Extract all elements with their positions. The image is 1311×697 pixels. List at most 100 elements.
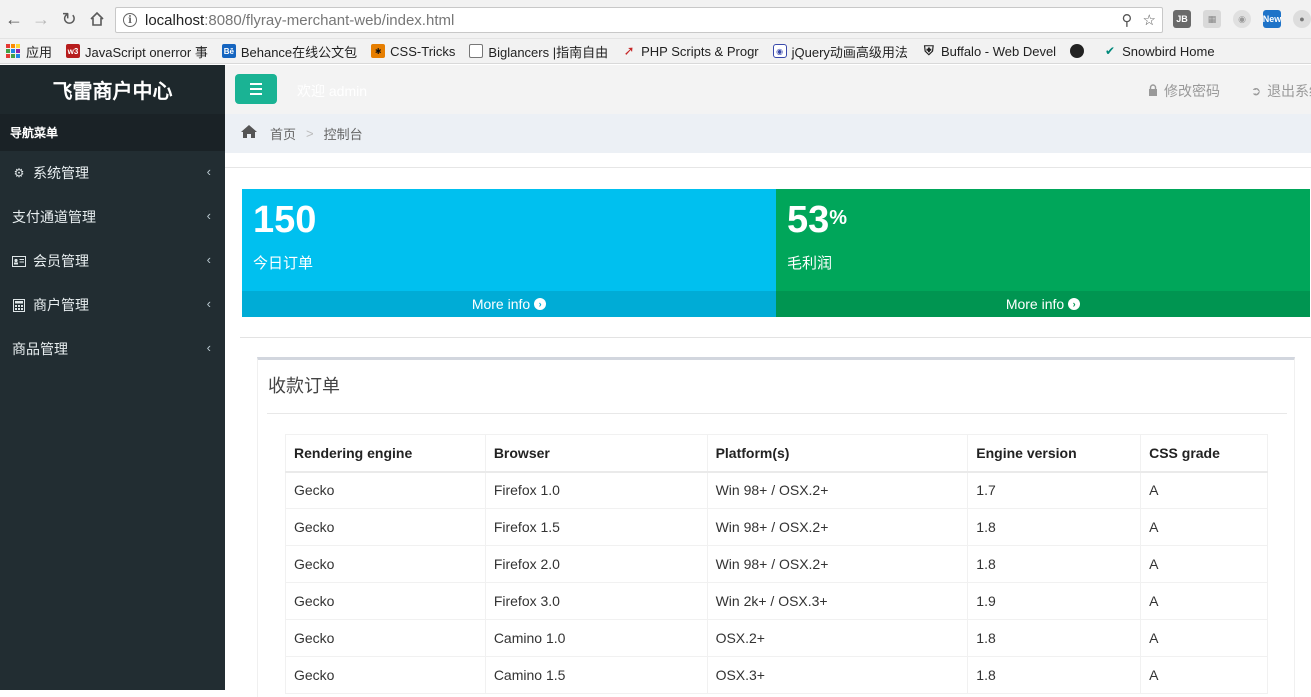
sidebar-toggle-button[interactable] — [235, 74, 277, 104]
stat-label: 今日订单 — [253, 255, 314, 272]
bookmark-label: JavaScript onerror 事 — [85, 44, 208, 60]
table-cell: 1.8 — [967, 545, 1142, 583]
table-cell: A — [1140, 545, 1268, 583]
table-cell: Gecko — [285, 508, 486, 546]
profile-extension-icon[interactable]: ● — [1293, 10, 1311, 28]
stat-box-orders-today: 150 今日订单 More info › — [242, 189, 776, 317]
jquery-icon: ◉ — [772, 44, 787, 58]
table-cell: Gecko — [285, 545, 486, 583]
bookmark-label: Behance在线公文包 — [240, 44, 358, 60]
back-arrow-icon[interactable]: ← — [3, 8, 25, 30]
divider — [240, 337, 1311, 338]
bookmark-star-icon[interactable]: ☆ — [1143, 11, 1156, 29]
table-cell: OSX.3+ — [706, 656, 969, 694]
table-cell: Firefox 1.5 — [484, 508, 708, 546]
bookmark-apps[interactable]: 应用 — [6, 42, 52, 61]
logout-link[interactable]: ➲ 退出系统 — [1251, 81, 1311, 101]
bookmark-label: Buffalo - Web Devel — [940, 43, 1057, 59]
breadcrumb-current: 控制台 — [323, 127, 363, 142]
sidebar: 飞雷商户中心 导航菜单 ⚙ 系统管理 ‹ 支付通道管理 ‹ 会员管理 ‹ 商户管… — [0, 65, 225, 690]
table-cell: OSX.2+ — [706, 619, 969, 657]
home-icon[interactable] — [240, 124, 258, 144]
sidebar-item-payment-channel[interactable]: 支付通道管理 ‹ — [0, 195, 225, 239]
site-info-icon[interactable]: i — [123, 13, 137, 27]
table-cell: Gecko — [285, 582, 486, 620]
key-icon[interactable]: ⚲ — [1122, 11, 1133, 29]
logout-label: 退出系统 — [1267, 83, 1311, 99]
circle-extension-icon[interactable]: ◉ — [1233, 10, 1251, 28]
table-cell: Firefox 1.0 — [484, 471, 708, 509]
welcome-text: 欢迎 admin — [297, 83, 368, 99]
breadcrumb-separator: > — [306, 126, 314, 141]
new-extension-icon[interactable]: New — [1263, 10, 1281, 28]
column-header[interactable]: Engine version — [967, 434, 1142, 473]
grid-extension-icon[interactable]: ▦ — [1203, 10, 1221, 28]
change-password-link[interactable]: 修改密码 — [1148, 81, 1220, 101]
bookmark-label: 应用 — [26, 44, 53, 60]
app-logo[interactable]: 飞雷商户中心 — [0, 65, 225, 114]
divider — [267, 413, 1287, 414]
orders-title: 收款订单 — [268, 376, 340, 396]
forward-arrow-icon[interactable]: → — [30, 8, 52, 30]
column-header[interactable]: Browser — [484, 434, 708, 473]
column-header[interactable]: Platform(s) — [706, 434, 969, 473]
bookmark-buffalo[interactable]: ⛨ Buffalo - Web Devel — [922, 43, 1057, 59]
bookmark-label: jQuery动画高级用法 — [791, 44, 908, 60]
sidebar-item-label: 会员管理 — [33, 253, 89, 269]
sidebar-item-label: 支付通道管理 — [12, 209, 96, 225]
column-header[interactable]: Rendering engine — [285, 434, 486, 473]
bookmark-github[interactable] — [1070, 44, 1089, 58]
bookmark-biglancers[interactable]: Biglancers |指南自由 — [469, 42, 608, 61]
breadcrumb-home[interactable]: 首页 — [270, 124, 296, 143]
table-row: Gecko Firefox 3.0 Win 2k+ / OSX.3+ 1.9 A — [285, 582, 1268, 620]
bookmark-javascript-onerror[interactable]: w3 JavaScript onerror 事 — [66, 42, 208, 61]
chevron-left-icon: ‹ — [206, 164, 211, 179]
chevron-left-icon: ‹ — [206, 296, 211, 311]
arrow-circle-right-icon: › — [1068, 298, 1081, 310]
bookmark-css-tricks[interactable]: ✱ CSS-Tricks — [371, 44, 455, 59]
table-cell: Camino 1.0 — [484, 619, 708, 657]
table-cell: Win 98+ / OSX.2+ — [706, 471, 969, 509]
address-bar[interactable]: i localhost:8080/flyray-merchant-web/ind… — [115, 7, 1163, 33]
reload-icon[interactable]: ↻ — [58, 8, 80, 30]
bookmark-snowbird[interactable]: ✔ Snowbird Home — [1103, 44, 1215, 59]
sign-out-icon: ➲ — [1251, 84, 1262, 98]
stat-value: 150 — [253, 199, 317, 241]
home-button-icon[interactable] — [86, 8, 108, 30]
sidebar-item-members[interactable]: 会员管理 ‹ — [0, 239, 225, 283]
sidebar-item-products[interactable]: 商品管理 ‹ — [0, 327, 225, 371]
table-cell: Firefox 2.0 — [484, 545, 708, 583]
column-header[interactable]: CSS grade — [1140, 434, 1268, 473]
table-cell: 1.7 — [967, 471, 1142, 509]
table-row: Gecko Firefox 1.5 Win 98+ / OSX.2+ 1.8 A — [285, 508, 1268, 546]
table-cell: Gecko — [285, 471, 486, 509]
browser-toolbar: ← → ↻ i localhost:8080/flyray-merchant-w… — [0, 0, 1311, 39]
url-host: localhost — [145, 11, 205, 29]
bookmark-behance[interactable]: Bē Behance在线公文包 — [221, 42, 358, 61]
bookmark-php-scripts[interactable]: ➚ PHP Scripts & Progr — [622, 43, 759, 59]
table-cell: Camino 1.5 — [484, 656, 708, 694]
sidebar-item-system[interactable]: ⚙ 系统管理 ‹ — [0, 151, 225, 195]
change-password-label: 修改密码 — [1164, 83, 1220, 99]
table-cell: Win 98+ / OSX.2+ — [706, 508, 969, 546]
stat-value: 53% — [787, 199, 848, 241]
orders-table: Rendering engine Browser Platform(s) Eng… — [285, 434, 1268, 694]
behance-icon: Bē — [221, 44, 236, 58]
more-info-link[interactable]: More info › — [776, 291, 1310, 317]
bookmark-label: CSS-Tricks — [390, 43, 456, 59]
stat-label: 毛利润 — [787, 255, 833, 272]
sidebar-item-label: 商品管理 — [12, 341, 68, 357]
bookmark-label: PHP Scripts & Progr — [641, 43, 759, 59]
bookmark-jquery[interactable]: ◉ jQuery动画高级用法 — [772, 42, 908, 61]
table-cell: A — [1140, 619, 1268, 657]
more-info-link[interactable]: More info › — [242, 291, 776, 317]
table-row: Gecko Camino 1.0 OSX.2+ 1.8 A — [285, 619, 1268, 657]
sidebar-item-merchants[interactable]: 商户管理 ‹ — [0, 283, 225, 327]
jetbrains-extension-icon[interactable]: JB — [1173, 10, 1191, 28]
table-cell: A — [1140, 582, 1268, 620]
sidebar-item-label: 系统管理 — [33, 165, 89, 181]
menu-bars-icon — [250, 83, 262, 85]
table-cell: Win 2k+ / OSX.3+ — [706, 582, 969, 620]
arrow-circle-right-icon: › — [534, 298, 547, 310]
table-cell: A — [1140, 508, 1268, 546]
